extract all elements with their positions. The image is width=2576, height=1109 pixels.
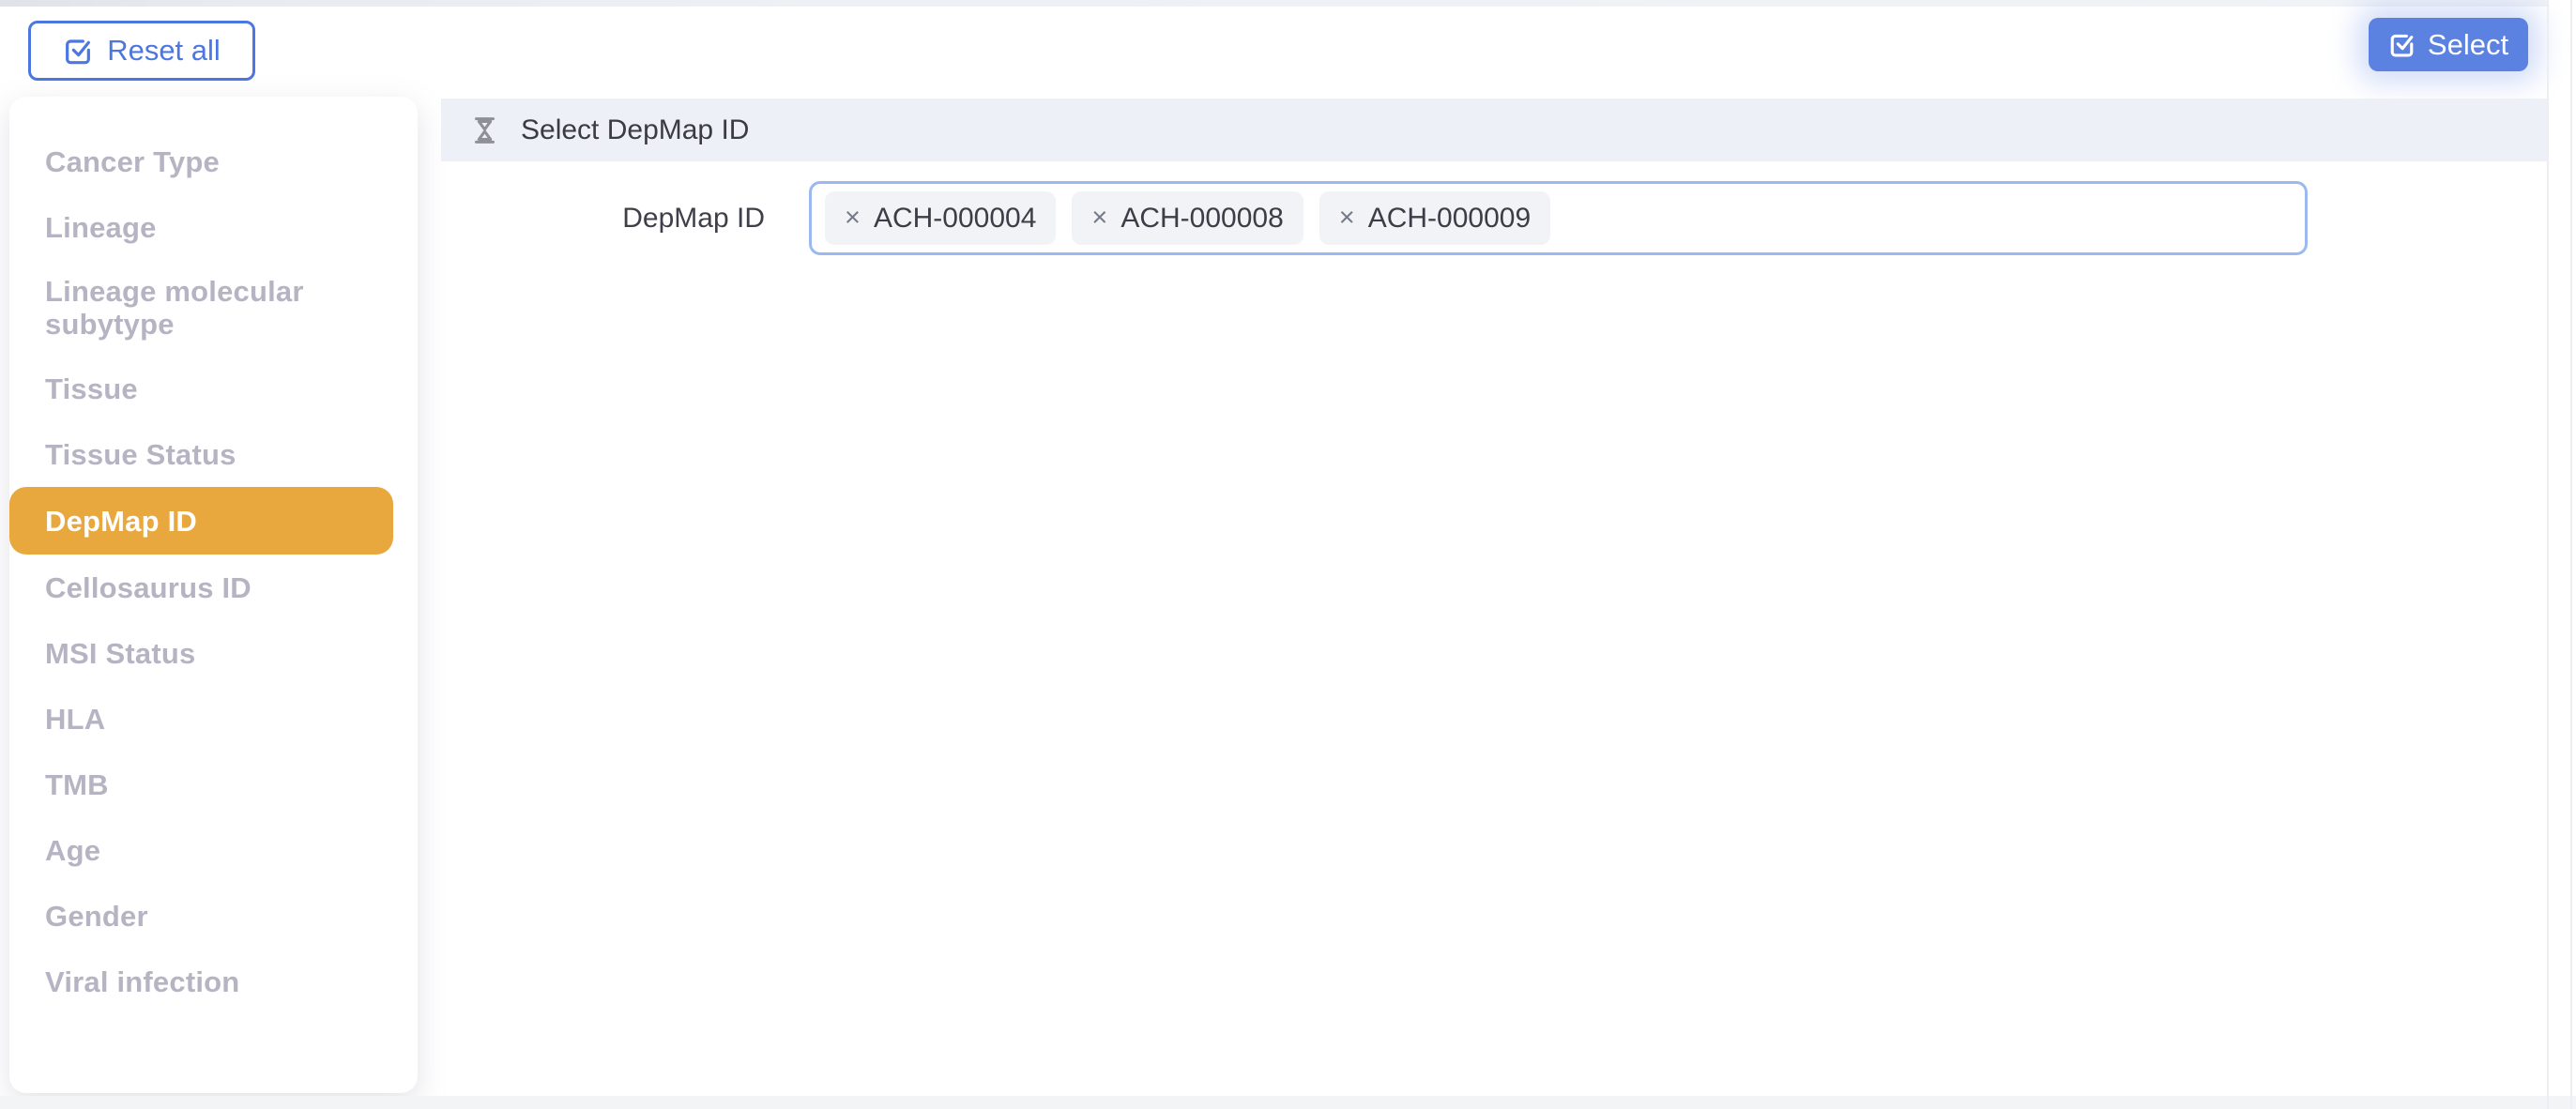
sidebar-item[interactable]: HLA (9, 686, 418, 752)
sidebar-item[interactable]: Cellosaurus ID (9, 554, 418, 620)
remove-tag-icon[interactable]: × (1339, 205, 1355, 232)
sidebar-item[interactable]: Tissue (9, 356, 418, 421)
remove-tag-icon[interactable]: × (845, 205, 861, 232)
panel-header: Select DepMap ID (441, 99, 2548, 161)
sidebar-item[interactable]: Lineage (9, 194, 418, 260)
remove-tag-icon[interactable]: × (1091, 205, 1107, 232)
sidebar-item-label: Cancer Type (45, 145, 220, 178)
sidebar-item-label: Tissue Status (45, 438, 236, 471)
scrollbar-track[interactable] (2549, 0, 2576, 1109)
tag-value: ACH-000004 (874, 203, 1036, 235)
reset-all-button[interactable]: Reset all (28, 21, 255, 81)
sidebar-item-label: HLA (45, 703, 105, 736)
sidebar-item[interactable]: Age (9, 817, 418, 883)
sidebar-item-label: Viral infection (45, 965, 239, 998)
sidebar-item-label: Tissue (45, 372, 138, 405)
tag-value: ACH-000009 (1368, 203, 1531, 235)
sidebar-item[interactable]: DepMap ID (9, 487, 393, 554)
sidebar-item-label: DepMap ID (45, 505, 197, 538)
depmap-id-multiselect-input[interactable]: × ACH-000004 × ACH-000008 × ACH-000009 (809, 181, 2308, 255)
sidebar-item[interactable]: Gender (9, 883, 418, 949)
sidebar-item-label: TMB (45, 768, 109, 801)
selected-tag[interactable]: × ACH-000009 (1319, 191, 1550, 245)
sidebar-item[interactable]: Lineage molecular subytype (9, 260, 418, 356)
reset-all-label: Reset all (107, 34, 221, 68)
depmap-id-field-label: DepMap ID (507, 191, 765, 246)
sidebar-item-label: Age (45, 834, 100, 867)
tag-value: ACH-000008 (1120, 203, 1283, 235)
hourglass-icon (472, 115, 497, 145)
sidebar-item[interactable]: Tissue Status (9, 421, 418, 487)
sidebar-item[interactable]: Viral infection (9, 949, 418, 1014)
sidebar-item-label: MSI Status (45, 637, 195, 670)
sidebar-item-label: Cellosaurus ID (45, 571, 252, 604)
sidebar-item-label: Gender (45, 900, 148, 933)
select-label: Select (2428, 28, 2508, 62)
panel-title: Select DepMap ID (521, 114, 749, 146)
filter-sidebar: Cancer Type Lineage Lineage molecular su… (9, 97, 418, 1093)
selected-tag[interactable]: × ACH-000008 (1072, 191, 1303, 245)
sidebar-item[interactable]: Cancer Type (9, 129, 418, 194)
sidebar-item-label: Lineage (45, 211, 157, 244)
top-edge-strip (0, 0, 2547, 7)
check-square-icon (2388, 31, 2416, 58)
bottom-edge-strip (0, 1096, 2576, 1109)
sidebar-item-label: Lineage molecular subytype (45, 275, 399, 341)
selected-tag[interactable]: × ACH-000004 (825, 191, 1056, 245)
check-square-icon (63, 36, 93, 66)
select-button[interactable]: Select (2369, 18, 2528, 71)
sidebar-item[interactable]: TMB (9, 752, 418, 817)
sidebar-item[interactable]: MSI Status (9, 620, 418, 686)
